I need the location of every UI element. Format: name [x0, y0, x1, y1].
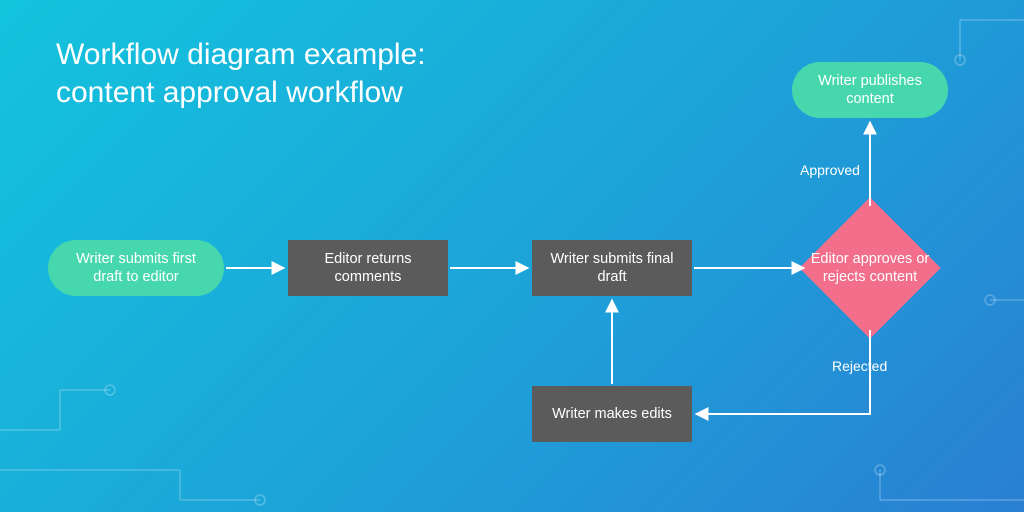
edge-label-approved: Approved — [800, 162, 860, 178]
node-publish: Writer publishes content — [792, 62, 948, 118]
edge-label-rejected: Rejected — [832, 358, 887, 374]
diagram-title: Workflow diagram example: content approv… — [56, 36, 426, 111]
node-decision: Editor approves or rejects content — [790, 198, 950, 338]
node-final-label: Writer submits final draft — [546, 250, 678, 286]
node-publish-label: Writer publishes content — [806, 72, 934, 108]
node-review-label: Editor returns comments — [302, 250, 434, 286]
node-editor-returns-comments: Editor returns comments — [288, 240, 448, 296]
node-decision-label: Editor approves or rejects content — [796, 250, 944, 286]
title-line1: Workflow diagram example: — [56, 38, 426, 71]
node-writer-makes-edits: Writer makes edits — [532, 386, 692, 442]
title-line2: content approval workflow — [56, 74, 426, 112]
node-edits-label: Writer makes edits — [552, 405, 672, 423]
node-start-label: Writer submits first draft to editor — [62, 250, 210, 286]
node-start: Writer submits first draft to editor — [48, 240, 224, 296]
node-writer-submits-final-draft: Writer submits final draft — [532, 240, 692, 296]
workflow-diagram: Workflow diagram example: content approv… — [0, 0, 1024, 512]
